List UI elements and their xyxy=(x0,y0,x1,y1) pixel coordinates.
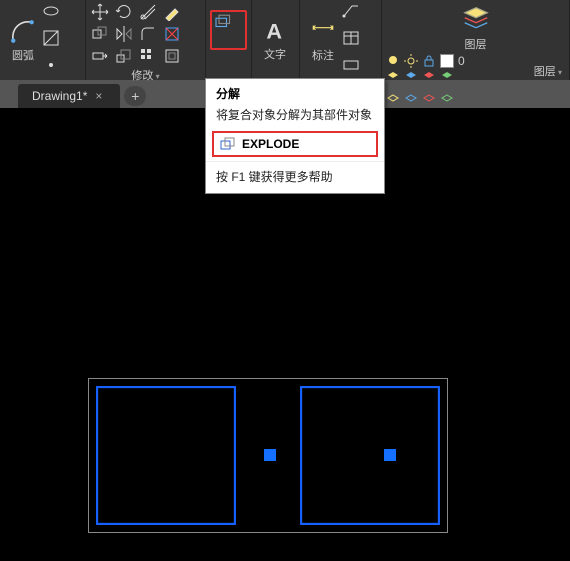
tooltip-command-row: EXPLODE xyxy=(212,131,378,157)
layer-off-tool[interactable] xyxy=(386,70,400,89)
layers-stack-icon xyxy=(461,4,491,34)
rotate-tool[interactable] xyxy=(114,2,134,22)
text-a-icon: A xyxy=(262,18,288,44)
group-text: A 文字 xyxy=(252,0,300,80)
fillet-tool[interactable] xyxy=(138,24,158,44)
group-modify: 修改 xyxy=(86,0,206,80)
group-layers: 图层 0 图层 xyxy=(382,0,570,80)
layer-name: 0 xyxy=(458,54,465,68)
explode-button[interactable] xyxy=(213,13,247,47)
point-tool[interactable] xyxy=(42,56,62,79)
new-tab-button[interactable]: + xyxy=(124,86,146,106)
bulb-on-icon xyxy=(386,54,400,68)
layer-properties-button[interactable]: 图层 xyxy=(455,2,497,54)
close-icon[interactable]: × xyxy=(95,89,102,103)
arc-icon xyxy=(10,19,36,45)
offset-tool[interactable] xyxy=(162,46,182,66)
explode-highlight xyxy=(210,10,247,50)
group-arc: 圆弧 xyxy=(0,0,86,80)
move-tool[interactable] xyxy=(90,2,110,22)
arc-button[interactable]: 圆弧 xyxy=(4,17,42,65)
rectangle-object-2[interactable] xyxy=(300,386,440,525)
arc-label: 圆弧 xyxy=(12,47,34,63)
scale-tool[interactable] xyxy=(114,46,134,66)
text-button[interactable]: A 文字 xyxy=(256,16,294,64)
group-annotate: 标注 xyxy=(300,0,382,80)
copy-tool[interactable] xyxy=(90,24,110,44)
rectangle-object-1[interactable] xyxy=(96,386,236,525)
ribbon: 圆弧 xyxy=(0,0,570,80)
ellipse-tool[interactable] xyxy=(42,2,62,25)
group-explode xyxy=(206,0,252,80)
explode-tooltip: 分解 将复合对象分解为其部件对象 EXPLODE 按 F1 键获得更多帮助 xyxy=(205,78,385,194)
layer-freeze-tool[interactable] xyxy=(404,70,418,89)
trim-tool[interactable] xyxy=(138,2,158,22)
stretch-tool[interactable] xyxy=(90,46,110,66)
hatch-tool[interactable] xyxy=(42,29,62,52)
layer-color-swatch[interactable] xyxy=(440,54,454,68)
dimension-button[interactable]: 标注 xyxy=(304,17,342,65)
erase-tool[interactable] xyxy=(162,2,182,22)
document-tab-drawing1[interactable]: Drawing1* × xyxy=(18,84,120,108)
tooltip-desc: 将复合对象分解为其部件对象 xyxy=(206,104,384,129)
layer-label: 图层 xyxy=(465,36,487,52)
sun-icon xyxy=(404,54,418,68)
annotate-label: 标注 xyxy=(312,47,334,63)
tooltip-command: EXPLODE xyxy=(242,137,299,151)
layer-iso-tool[interactable] xyxy=(440,70,454,89)
layer-lock-tool[interactable] xyxy=(422,70,436,89)
layers-dropdown-label[interactable]: 图层 xyxy=(534,62,562,80)
text-field-tool[interactable] xyxy=(342,56,362,79)
array-tool[interactable] xyxy=(138,46,158,66)
delete-tool[interactable] xyxy=(162,24,182,44)
dimension-icon xyxy=(310,19,336,45)
selection-grip[interactable] xyxy=(384,449,396,461)
explode-cmd-icon xyxy=(220,136,236,152)
tooltip-help: 按 F1 键获得更多帮助 xyxy=(206,161,384,193)
document-tab-label: Drawing1* xyxy=(32,89,87,103)
table-tool[interactable] xyxy=(342,29,362,52)
tooltip-title: 分解 xyxy=(206,79,384,104)
mirror-tool[interactable] xyxy=(114,24,134,44)
lock-icon xyxy=(422,54,436,68)
modify-label[interactable]: 修改 xyxy=(90,66,201,84)
text-label: 文字 xyxy=(264,46,286,62)
selection-grip[interactable] xyxy=(264,449,276,461)
leader-tool[interactable] xyxy=(342,2,362,25)
svg-text:A: A xyxy=(266,19,282,44)
